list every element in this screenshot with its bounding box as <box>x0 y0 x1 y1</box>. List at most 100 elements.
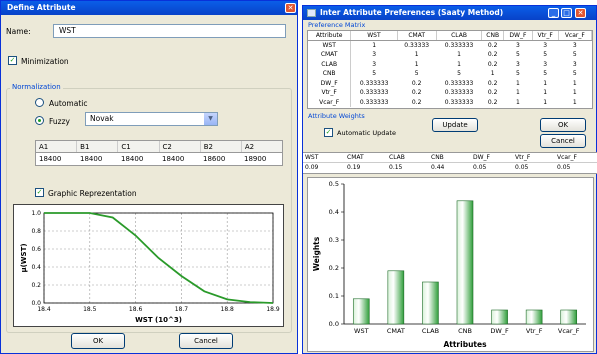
matrix-cell[interactable]: 5 <box>351 69 397 79</box>
membership-chart: 0.0 0.2 0.4 0.6 0.8 1.0 18.4 18.5 18.6 18.7 18.8 18… <box>13 204 284 327</box>
cancel-button[interactable]: Cancel <box>540 134 586 148</box>
matrix-cell[interactable]: 1 <box>532 79 558 89</box>
close-icon[interactable]: ✕ <box>285 3 296 13</box>
table-row: Vcar_F 0.333333 0.2 0.333333 0.2 1 1 1 <box>308 97 592 108</box>
matrix-cell[interactable]: 0.333333 <box>351 79 397 89</box>
normalization-legend: Normalization <box>10 83 63 91</box>
matrix-cell[interactable]: 1 <box>397 60 436 70</box>
matrix-cell[interactable]: 1 <box>558 79 591 89</box>
matrix-cell[interactable]: 0.333333 <box>351 88 397 98</box>
matrix-cell[interactable]: 1 <box>504 79 533 89</box>
bar <box>456 200 474 325</box>
maximize-icon[interactable]: □ <box>561 8 572 18</box>
matrix-cell[interactable]: 0.2 <box>482 41 504 51</box>
matrix-cell[interactable]: 3 <box>351 50 397 60</box>
update-button[interactable]: Update <box>432 118 478 132</box>
param-value[interactable]: 18400 <box>159 153 200 165</box>
matrix-cell[interactable]: 5 <box>504 50 533 60</box>
matrix-cell[interactable]: 0.333333 <box>436 41 481 51</box>
param-value[interactable]: 18400 <box>77 153 118 165</box>
matrix-cell[interactable]: 1 <box>397 50 436 60</box>
matrix-cell[interactable]: 1 <box>351 41 397 51</box>
auto-update-checkbox[interactable]: ✓ <box>324 128 333 137</box>
x-tick-label: 18.5 <box>83 306 97 313</box>
matrix-cell[interactable]: 0.333333 <box>436 88 481 98</box>
table-row: WST 1 0.33333 0.333333 0.2 3 3 3 <box>308 40 592 51</box>
weights-value-row: 0.09 0.19 0.15 0.44 0.05 0.05 0.05 <box>303 163 597 173</box>
x-tick-label: 18.6 <box>129 306 143 313</box>
graphic-checkbox[interactable]: ✓ <box>35 188 44 197</box>
matrix-cell[interactable]: 5 <box>558 50 591 60</box>
matrix-cell[interactable]: 0.2 <box>482 79 504 89</box>
fuzzy-type-select[interactable]: Novak ▼ <box>85 112 218 126</box>
matrix-cell[interactable]: 5 <box>397 69 436 79</box>
matrix-cell[interactable]: 3 <box>558 60 591 70</box>
matrix-cell[interactable]: 3 <box>532 60 558 70</box>
row-label: DW_F <box>308 78 352 88</box>
x-tick-label: 18.4 <box>37 306 51 313</box>
chevron-down-icon[interactable]: ▼ <box>204 113 217 125</box>
matrix-cell[interactable]: 0.333333 <box>351 98 397 108</box>
ok-button[interactable]: OK <box>71 333 125 349</box>
weights-table: WST CMAT CLAB CNB DW_F Vtr_F Vcar_F 0.09… <box>303 152 597 174</box>
matrix-cell[interactable]: 1 <box>436 60 481 70</box>
minimization-checkbox[interactable]: ✓ <box>8 56 17 65</box>
ok-label: OK <box>557 121 569 129</box>
matrix-cell[interactable]: 0.2 <box>482 88 504 98</box>
matrix-cell[interactable]: 5 <box>558 69 591 79</box>
matrix-cell[interactable]: 5 <box>532 69 558 79</box>
matrix-cell[interactable]: 0.2 <box>397 88 436 98</box>
matrix-cell[interactable]: 0.333333 <box>436 98 481 108</box>
matrix-cell[interactable]: 1 <box>436 50 481 60</box>
weight-header: Vcar_F <box>557 154 577 161</box>
x-tick-label: Vtr_F <box>526 327 543 335</box>
radio-selected-dot <box>38 119 41 122</box>
row-label: Vtr_F <box>308 88 352 98</box>
weight-value: 0.19 <box>347 164 361 171</box>
param-value[interactable]: 18400 <box>36 153 77 165</box>
weight-header: DW_F <box>473 154 491 161</box>
matrix-cell[interactable]: 1 <box>482 69 504 79</box>
matrix-cell[interactable]: 0.2 <box>482 60 504 70</box>
bar <box>352 298 370 325</box>
param-header: B2 <box>201 141 242 152</box>
matrix-cell[interactable]: 5 <box>436 69 481 79</box>
matrix-cell[interactable]: 0.333333 <box>436 79 481 89</box>
y-axis-label: Weights <box>312 236 321 271</box>
automatic-radio[interactable] <box>35 98 44 107</box>
param-header: C1 <box>118 141 160 152</box>
param-value[interactable]: 18400 <box>118 153 159 165</box>
cancel-button[interactable]: Cancel <box>179 333 233 349</box>
matrix-cell[interactable]: 3 <box>504 60 533 70</box>
param-value[interactable]: 18600 <box>200 153 241 165</box>
matrix-cell[interactable]: 1 <box>532 98 558 108</box>
preference-matrix: Attribute WST CMAT CLAB CNB DW_F Vtr_F Vcar_F W… <box>307 30 593 109</box>
matrix-cell[interactable]: 0.2 <box>482 50 504 60</box>
matrix-cell[interactable]: 1 <box>504 88 533 98</box>
matrix-cell[interactable]: 0.33333 <box>397 41 436 51</box>
fuzzy-radio[interactable] <box>35 116 44 125</box>
minimize-icon[interactable]: _ <box>548 8 559 18</box>
matrix-cell[interactable]: 3 <box>558 41 591 51</box>
matrix-cell[interactable]: 3 <box>351 60 397 70</box>
y-axis-label: μ(WST) <box>20 243 28 272</box>
matrix-cell[interactable]: 1 <box>504 98 533 108</box>
close-icon[interactable]: ✕ <box>575 8 586 18</box>
param-value[interactable]: 18900 <box>241 153 282 165</box>
matrix-header: Vcar_F <box>558 31 593 41</box>
preference-table: Attribute WST CMAT CLAB CNB DW_F Vtr_F Vcar_F W… <box>308 31 593 108</box>
matrix-cell[interactable]: 1 <box>558 88 591 98</box>
matrix-cell[interactable]: 0.2 <box>482 98 504 108</box>
matrix-cell[interactable]: 5 <box>504 69 533 79</box>
matrix-cell[interactable]: 3 <box>532 41 558 51</box>
matrix-cell[interactable]: 0.2 <box>397 98 436 108</box>
matrix-cell[interactable]: 0.2 <box>397 79 436 89</box>
name-field[interactable]: WST <box>53 24 286 38</box>
matrix-cell[interactable]: 5 <box>532 50 558 60</box>
bar <box>560 309 578 325</box>
table-row: CNB 5 5 5 1 5 5 5 <box>308 69 592 79</box>
ok-button[interactable]: OK <box>540 118 586 132</box>
matrix-cell[interactable]: 3 <box>504 41 533 51</box>
matrix-cell[interactable]: 1 <box>532 88 558 98</box>
matrix-cell[interactable]: 1 <box>558 98 591 108</box>
